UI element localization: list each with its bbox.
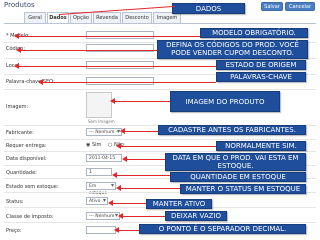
preco-input[interactable] (86, 226, 116, 234)
label-fabricante: Fabricante: (6, 130, 34, 136)
label-classe: Classe de imposto: (6, 214, 54, 220)
tab-revenda[interactable]: Revenda (93, 12, 121, 23)
arrow-status (112, 203, 146, 204)
arrowhead-icon (110, 98, 115, 104)
tab-geral[interactable]: Geral (24, 12, 46, 23)
tab-bar: Geral Dados Opção Revenda Desconto Image… (24, 12, 181, 23)
callout-classe: DEIXAR VAZIO (165, 211, 227, 221)
arrowhead-icon (116, 185, 121, 191)
arrowhead-icon (120, 128, 125, 134)
save-button[interactable]: Salvar (261, 2, 283, 11)
callout-imagem: IMAGEM DO PRODUTO (170, 91, 280, 112)
radio-empty-icon: ○ (108, 142, 113, 148)
arrow-modelo (18, 36, 200, 37)
arrow-fabricante (124, 131, 158, 132)
row-divider (4, 89, 316, 90)
cancel-button[interactable]: Cancelar (285, 2, 315, 11)
disponivel-input[interactable]: 2011-04-15 (86, 154, 122, 162)
radio-selected-icon: ◉ (86, 142, 91, 148)
callout-codigo: DEFINA OS CÓDIGOS DO PROD. VOCÊ PODE VEN… (157, 40, 308, 59)
arrow-classe (122, 216, 165, 217)
arrowhead-icon (118, 213, 123, 219)
image-caption: Sem Imagem (88, 119, 115, 124)
arrowhead-icon (116, 143, 121, 149)
row-divider (4, 222, 316, 223)
label-preco: Preço: (6, 228, 22, 234)
arrowhead-icon (122, 156, 127, 162)
callout-fabricante: CADASTRE ANTES OS FABRICANTES. (158, 125, 306, 135)
arrowhead-icon (112, 172, 117, 178)
tab-desconto[interactable]: Desconto (122, 12, 152, 23)
arrowhead-icon (108, 200, 113, 206)
product-image-placeholder[interactable] (86, 92, 112, 118)
arrow-disponivel (126, 159, 165, 160)
arrowhead-icon (38, 79, 43, 85)
tab-divider (4, 23, 316, 24)
row-divider (4, 151, 316, 152)
arrow-quantidade (116, 175, 170, 176)
local-input[interactable] (86, 61, 154, 69)
label-status: Status: (6, 199, 24, 205)
label-imagem: Imagem: (6, 104, 29, 110)
label-quantidade: Quantidade: (6, 170, 37, 176)
callout-entrega: NORMALMENTE SIM. (216, 141, 306, 151)
classe-select[interactable]: --- Nenhum --- (86, 212, 120, 226)
callout-local: ESTADO DE ORIGEM (216, 60, 306, 70)
callout-estoque: MANTER O STATUS EM ESTOQUE (180, 184, 306, 194)
arrow-entrega (120, 146, 216, 147)
label-disponivel: Data disponível: (6, 156, 47, 162)
entrega-sim-label: Sim (91, 142, 102, 148)
arrowhead-icon (14, 63, 19, 69)
callout-disponivel: DATA EM QUE O PROD. VAI ESTA EM ESTOQUE. (165, 153, 306, 171)
arrow-palavras (42, 82, 216, 83)
callout-modelo: MODELO OBRIGATÓRIO. (200, 28, 308, 38)
callout-dados: DADOS (172, 3, 245, 14)
callout-quantidade: QUANTIDADE EM ESTOQUE (170, 172, 306, 182)
label-entrega: Requer entrega: (6, 143, 47, 149)
entrega-sim-radio[interactable]: ◉ Sim (86, 142, 101, 148)
row-divider (4, 139, 316, 140)
arrow-codigo (20, 50, 157, 51)
arrow-estoque (120, 188, 180, 189)
callout-palavras: PALAVRAS-CHAVE (216, 72, 306, 82)
callout-status: MANTER ATIVO (146, 199, 212, 209)
callout-preco: O PONTO É O SEPARADOR DECIMAL. (139, 224, 306, 234)
page-title: Produtos (4, 1, 35, 9)
quantidade-input[interactable]: 1 (86, 168, 112, 176)
arrowhead-icon (14, 33, 19, 39)
fabricante-select[interactable]: --- Nenhum --- (86, 128, 122, 136)
arrowhead-icon (114, 227, 119, 233)
arrowhead-icon (16, 47, 21, 53)
palavras-input[interactable] (86, 77, 154, 85)
arrow-local (18, 66, 216, 67)
estoque-select[interactable]: Em estoque (86, 182, 116, 196)
label-estoque: Estado sem estoque: (6, 184, 59, 190)
arrow-imagem (114, 101, 170, 102)
modelo-input[interactable] (86, 31, 154, 39)
status-select[interactable]: Ativo (86, 197, 108, 205)
arrow-preco (118, 230, 139, 231)
